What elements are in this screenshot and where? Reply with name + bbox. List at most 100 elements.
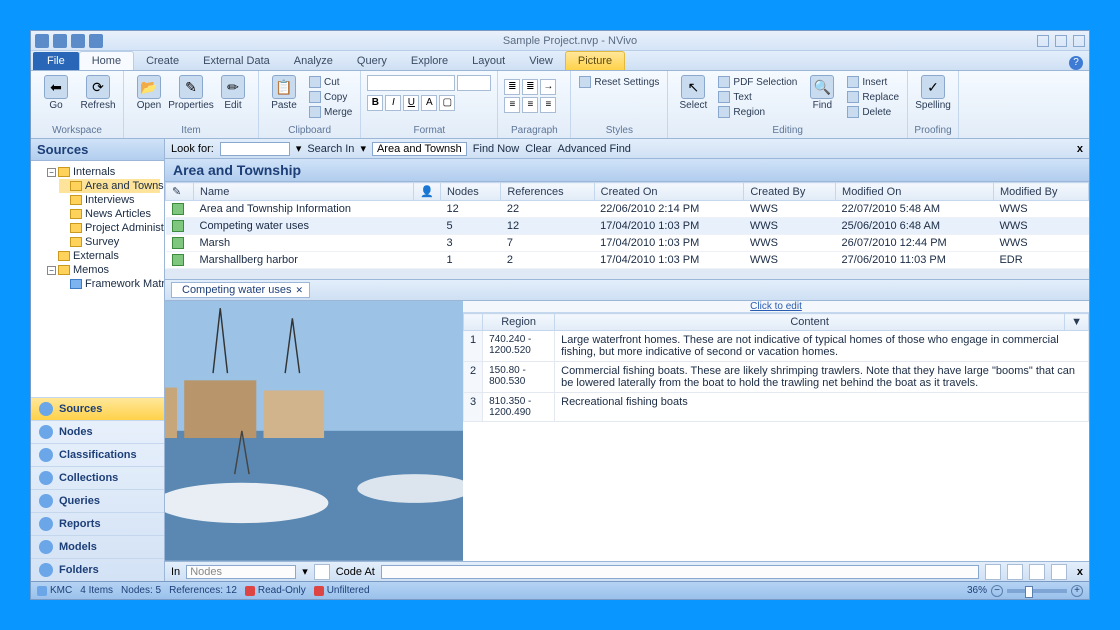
code-button-3[interactable] <box>1007 564 1023 580</box>
find-button[interactable]: 🔍Find <box>803 75 841 111</box>
code-button-2[interactable] <box>985 564 1001 580</box>
qat-icon[interactable] <box>35 34 49 48</box>
highlight-button[interactable]: ▢ <box>439 95 455 111</box>
tab-home[interactable]: Home <box>79 51 134 70</box>
findnow-button[interactable]: Find Now <box>473 143 519 155</box>
list-button[interactable]: ≣ <box>504 79 520 95</box>
nav-item-folders[interactable]: Folders <box>31 558 164 581</box>
numlist-button[interactable]: ≣ <box>522 79 538 95</box>
nav-item-nodes[interactable]: Nodes <box>31 420 164 443</box>
codeat-input[interactable] <box>381 565 979 579</box>
tree-item[interactable]: Externals <box>47 249 160 263</box>
tab-query[interactable]: Query <box>345 52 399 70</box>
tab-picture[interactable]: Picture <box>565 51 625 70</box>
align-left-button[interactable]: ≡ <box>504 97 520 113</box>
tab-analyze[interactable]: Analyze <box>282 52 345 70</box>
nav-item-collections[interactable]: Collections <box>31 466 164 489</box>
code-button-4[interactable] <box>1029 564 1045 580</box>
edit-button[interactable]: ✏Edit <box>214 75 252 111</box>
paste-button[interactable]: 📋Paste <box>265 75 303 111</box>
zoom-out-button[interactable]: − <box>991 585 1003 597</box>
table-row[interactable]: Area and Township Information122222/06/2… <box>166 201 1089 218</box>
fontcolor-button[interactable]: A <box>421 95 437 111</box>
in-select[interactable]: Nodes <box>186 565 296 579</box>
replace-button[interactable]: Replace <box>845 90 901 104</box>
file-tab[interactable]: File <box>33 52 79 70</box>
nav-item-sources[interactable]: Sources <box>31 397 164 420</box>
tab-external-data[interactable]: External Data <box>191 52 282 70</box>
clear-button[interactable]: Clear <box>525 143 551 155</box>
cut-button[interactable]: Cut <box>307 75 354 89</box>
tab-create[interactable]: Create <box>134 52 191 70</box>
nav-item-models[interactable]: Models <box>31 535 164 558</box>
tab-layout[interactable]: Layout <box>460 52 517 70</box>
fontsize-select[interactable] <box>457 75 491 91</box>
tree-item[interactable]: Survey <box>59 235 160 249</box>
nav-item-classifications[interactable]: Classifications <box>31 443 164 466</box>
tree-item[interactable]: −Memos <box>47 263 160 277</box>
table-row[interactable]: Marshallberg harbor1217/04/2010 1:03 PMW… <box>166 252 1089 269</box>
tab-explore[interactable]: Explore <box>399 52 460 70</box>
searchin-button[interactable]: Search In <box>307 143 354 155</box>
zoom-slider[interactable] <box>1007 589 1067 593</box>
spelling-button[interactable]: ✓Spelling <box>914 75 952 111</box>
close-button[interactable] <box>1073 35 1085 47</box>
tree-item[interactable]: Framework Matrices <box>59 277 160 291</box>
titlebar: Sample Project.nvp - NVivo <box>31 31 1089 51</box>
table-row[interactable]: Competing water uses51217/04/2010 1:03 P… <box>166 218 1089 235</box>
scope-display[interactable]: Area and Townsh <box>372 142 467 156</box>
nav-item-reports[interactable]: Reports <box>31 512 164 535</box>
select-button[interactable]: ↖Select <box>674 75 712 111</box>
zoom-in-button[interactable]: + <box>1071 585 1083 597</box>
merge-button[interactable]: Merge <box>307 105 354 119</box>
sources-tree[interactable]: −InternalsArea and TownshipInterviewsNew… <box>31 161 164 397</box>
align-right-button[interactable]: ≡ <box>540 97 556 113</box>
region-row[interactable]: 3810.350 - 1200.490Recreational fishing … <box>464 393 1089 422</box>
refresh-button[interactable]: ⟳Refresh <box>79 75 117 111</box>
close-codebar-button[interactable]: x <box>1077 566 1083 578</box>
nav-item-queries[interactable]: Queries <box>31 489 164 512</box>
copy-button[interactable]: Copy <box>307 90 354 104</box>
tab-view[interactable]: View <box>517 52 565 70</box>
tree-item[interactable]: −Internals <box>47 165 160 179</box>
indent-button[interactable]: → <box>540 79 556 95</box>
detail-tab[interactable]: Competing water uses ✕ <box>171 282 310 298</box>
close-tab-icon[interactable]: ✕ <box>295 285 303 296</box>
align-center-button[interactable]: ≡ <box>522 97 538 113</box>
tree-item[interactable]: Area and Township <box>59 179 160 193</box>
advanced-find-button[interactable]: Advanced Find <box>558 143 631 155</box>
pdf-selection-button[interactable]: PDF Selection <box>716 75 799 89</box>
lookfor-input[interactable] <box>220 142 290 156</box>
help-icon[interactable]: ? <box>1069 56 1083 70</box>
bold-button[interactable]: B <box>367 95 383 111</box>
code-button-1[interactable] <box>314 564 330 580</box>
tree-item[interactable]: Interviews <box>59 193 160 207</box>
delete-button[interactable]: Delete <box>845 105 901 119</box>
insert-button[interactable]: Insert <box>845 75 901 89</box>
minimize-button[interactable] <box>1037 35 1049 47</box>
qat-icon[interactable] <box>71 34 85 48</box>
tree-item[interactable]: Project Administration <box>59 221 160 235</box>
italic-button[interactable]: I <box>385 95 401 111</box>
reset-settings-button[interactable]: Reset Settings <box>577 75 661 89</box>
region-row[interactable]: 2150.80 - 800.530Commercial fishing boat… <box>464 362 1089 393</box>
find-bar: Look for: ▾ Search In ▾ Area and Townsh … <box>165 139 1089 159</box>
click-to-edit-link[interactable]: Click to edit <box>463 301 1089 313</box>
maximize-button[interactable] <box>1055 35 1067 47</box>
properties-button[interactable]: ✎Properties <box>172 75 210 111</box>
tree-item[interactable]: News Articles <box>59 207 160 221</box>
text-button[interactable]: Text <box>716 90 799 104</box>
qat-icon[interactable] <box>89 34 103 48</box>
picture-panel[interactable] <box>165 301 463 561</box>
font-select[interactable] <box>367 75 455 91</box>
codeat-label: Code At <box>336 566 375 578</box>
region-row[interactable]: 1740.240 - 1200.520Large waterfront home… <box>464 331 1089 362</box>
go-button[interactable]: ⬅Go <box>37 75 75 111</box>
region-button[interactable]: Region <box>716 105 799 119</box>
close-findbar-button[interactable]: x <box>1077 143 1083 155</box>
table-row[interactable]: Marsh3717/04/2010 1:03 PMWWS26/07/2010 1… <box>166 235 1089 252</box>
open-button[interactable]: 📂Open <box>130 75 168 111</box>
underline-button[interactable]: U <box>403 95 419 111</box>
code-button-5[interactable] <box>1051 564 1067 580</box>
qat-icon[interactable] <box>53 34 67 48</box>
